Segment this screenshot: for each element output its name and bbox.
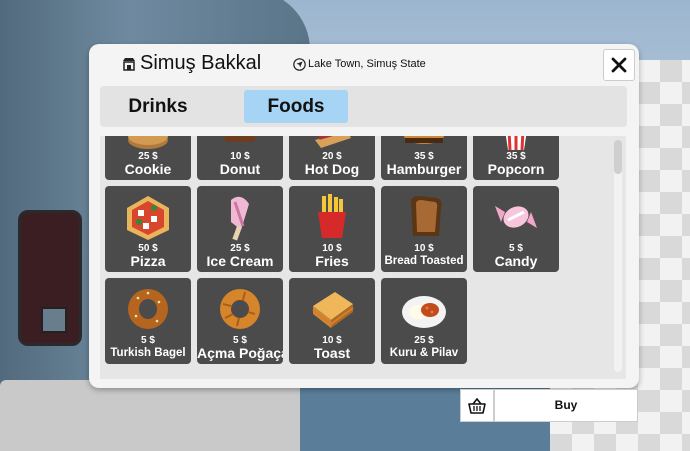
item-name: Toast: [313, 345, 351, 361]
basket-button[interactable]: [460, 389, 494, 422]
item-name: Pizza: [130, 253, 166, 269]
bread-toasted-icon: [411, 196, 442, 236]
food-item-donut[interactable]: 10 $ Donut: [197, 136, 283, 180]
item-name: Açma Poğaça: [197, 345, 283, 361]
donut-icon: [225, 136, 255, 142]
item-price: 25 $: [414, 335, 434, 346]
food-item-toast[interactable]: 10 $ Toast: [289, 278, 375, 364]
acma-icon: [220, 289, 260, 329]
category-tabs: Drinks Foods: [100, 86, 627, 127]
buy-button[interactable]: Buy: [494, 389, 638, 422]
navigation-icon: [293, 58, 306, 71]
tab-foods[interactable]: Foods: [244, 90, 348, 123]
item-name: Candy: [494, 253, 538, 269]
shop-dialog: Simuş Bakkal Lake Town, Simuş State Drin…: [89, 44, 639, 388]
item-name: Donut: [219, 161, 261, 177]
basket-icon: [468, 397, 486, 414]
van-bumper: [0, 380, 320, 451]
food-item-cookie[interactable]: 25 $ Cookie: [105, 136, 191, 180]
food-grid: 25 $ Cookie 10 $ Donut 20 $ Hot Dog 35 $ Hambur…: [100, 136, 626, 379]
item-name: Popcorn: [487, 161, 545, 177]
food-item-pizza[interactable]: 50 $ Pizza: [105, 186, 191, 272]
item-name: Kuru & Pilav: [389, 347, 459, 359]
hot-dog-icon: [315, 136, 351, 148]
close-button[interactable]: [603, 49, 635, 81]
location-label: Lake Town, Simuş State: [308, 58, 426, 70]
toast-icon: [312, 292, 354, 328]
hamburger-icon: [404, 136, 444, 144]
van-tail-light: [18, 210, 82, 346]
food-item-acma[interactable]: 5 $ Açma Poğaça: [197, 278, 283, 364]
scrollbar-thumb[interactable]: [614, 140, 622, 174]
item-name: Bread Toasted: [384, 255, 464, 267]
close-icon: [611, 57, 627, 73]
item-name: Fries: [315, 253, 349, 269]
item-name: Ice Cream: [206, 253, 274, 269]
tab-drinks[interactable]: Drinks: [106, 90, 210, 123]
pizza-icon: [127, 196, 169, 240]
food-item-hot-dog[interactable]: 20 $ Hot Dog: [289, 136, 375, 180]
food-item-turkish-bagel[interactable]: 5 $ Turkish Bagel: [105, 278, 191, 364]
food-item-popcorn[interactable]: 35 $ Popcorn: [473, 136, 559, 180]
kuru-pilav-icon: [402, 296, 446, 328]
item-price: 10 $: [414, 243, 434, 254]
scrollbar[interactable]: [614, 140, 622, 372]
fries-icon: [318, 194, 346, 238]
cookie-icon: [128, 136, 168, 149]
item-name: Turkish Bagel: [110, 347, 186, 359]
shop-header: Simuş Bakkal Lake Town, Simuş State: [89, 44, 639, 84]
item-name: Cookie: [124, 161, 172, 177]
item-name: Hamburger: [386, 161, 462, 177]
item-name: Hot Dog: [304, 161, 360, 177]
food-item-ice-cream[interactable]: 25 $ Ice Cream: [197, 186, 283, 272]
shop-name: Simuş Bakkal: [140, 52, 262, 74]
food-item-candy[interactable]: 5 $ Candy: [473, 186, 559, 272]
candy-icon: [495, 206, 537, 228]
food-item-kuru-pilav[interactable]: 25 $ Kuru & Pilav: [381, 278, 467, 364]
item-price: 5 $: [141, 335, 155, 346]
ice-cream-icon: [231, 196, 249, 241]
shop-icon: [123, 58, 135, 71]
food-item-fries[interactable]: 10 $ Fries: [289, 186, 375, 272]
popcorn-icon: [505, 136, 527, 150]
turkish-bagel-icon: [128, 289, 168, 329]
food-item-bread-toasted[interactable]: 10 $ Bread Toasted: [381, 186, 467, 272]
food-item-hamburger[interactable]: 35 $ Hamburger: [381, 136, 467, 180]
